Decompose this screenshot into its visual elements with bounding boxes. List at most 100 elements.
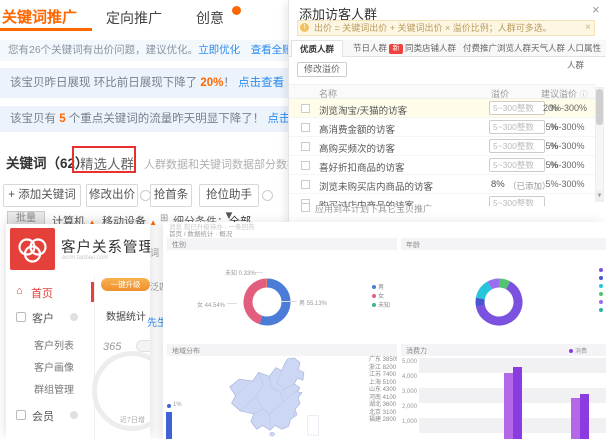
- apply-to-plan-label: 应用到本计划下其它宝贝推广: [315, 202, 432, 215]
- panel-age: 年龄: [401, 238, 606, 342]
- grab-top-button[interactable]: 抢首条: [150, 184, 192, 207]
- background-text-fragment: 词: [150, 246, 159, 259]
- suggest-range: 5%-300%: [537, 179, 593, 189]
- breadcrumb: 首页 / 数据统计 · 概况: [169, 228, 232, 238]
- tab-similar-shop-audience[interactable]: 同类店铺人群: [405, 40, 456, 57]
- suggest-range: 5%-300%: [537, 160, 593, 170]
- region-row: 江苏 7400: [369, 372, 397, 380]
- row-checkbox[interactable]: [301, 142, 310, 151]
- tab-premium-audience[interactable]: 优质人群: [291, 40, 343, 57]
- crm-window: 客户关系管理 ecrm.taobao.com ⌂ 首页 客户 客户列表 客户画像…: [6, 224, 150, 439]
- bid-issue-alert: 您有26个关键词有出价问题，建议优化。立即优化 查看全账户出价: [0, 40, 288, 61]
- tab-targeted-promotion[interactable]: 定向推广: [106, 8, 162, 28]
- gender-legend: 男 女 未知: [372, 284, 390, 311]
- row-checkbox[interactable]: [301, 180, 310, 189]
- warning-icon: !: [300, 23, 309, 32]
- callout-male: 男 55.13%: [299, 298, 327, 307]
- legend-dot-male: [372, 285, 376, 289]
- notification-dot-icon: [232, 6, 241, 15]
- audience-row: 高购买频次的访客 % 5%-300%: [289, 137, 596, 156]
- mini-chart-label: 1%: [173, 402, 182, 408]
- y-tick: 5,000: [401, 359, 417, 365]
- premium-value: 8%: [491, 179, 505, 190]
- region-row: 北京 3100: [369, 410, 397, 418]
- crm-logo: [10, 228, 55, 270]
- legend-dot-consumption: [569, 349, 573, 353]
- row-checkbox[interactable]: [301, 123, 310, 132]
- alert-text: 您有26个关键词有出价问题，建议优化。: [8, 44, 198, 56]
- age-legend-dots: [599, 268, 603, 316]
- red-annotation-rectangle: [72, 146, 136, 173]
- region-row: 河南 4100: [369, 395, 397, 403]
- panel-consumption: 消费力 消费 5,000 4,000 3,000 2,000 1,000: [401, 344, 606, 439]
- crm-app-subtitle: ecrm.taobao.com: [62, 255, 108, 261]
- rank-helper-button[interactable]: 抢位助手 ▼: [199, 184, 259, 207]
- y-tick: 3,000: [401, 389, 417, 395]
- audience-tab-note: 人群数据和关键词数据部分数据重合: [144, 156, 288, 172]
- age-donut-chart: [471, 274, 527, 330]
- crm-app-title: 客户关系管理: [61, 236, 150, 257]
- screen: 关键词推广 定向推广 创意 您有26个关键词有出价问题，建议优化。立即优化 查看…: [0, 0, 606, 439]
- new-badge: 新: [389, 44, 403, 54]
- view-details-link-2[interactable]: 点击查看: [268, 113, 289, 125]
- tab-keyword-promotion[interactable]: 关键词推广: [2, 6, 77, 27]
- premium-input[interactable]: [489, 196, 545, 206]
- panel-header: [167, 238, 397, 250]
- optimize-now-link[interactable]: 立即优化: [198, 44, 240, 56]
- customers-icon: [16, 312, 26, 322]
- y-tick: 2,000: [401, 404, 417, 410]
- tab-weather-audience[interactable]: 天气人群: [531, 40, 565, 57]
- one-click-upgrade-button[interactable]: 一键升级: [101, 278, 150, 291]
- tab-holiday-audience[interactable]: 节日人群: [353, 40, 387, 57]
- sidebar-item-members[interactable]: 会员: [32, 408, 54, 424]
- bar-legend: 消费: [569, 346, 587, 355]
- legend-dot: [599, 268, 603, 272]
- region-row: 福建 2800: [369, 417, 397, 425]
- sidebar-item-customers[interactable]: 客户: [32, 310, 54, 326]
- collapse-dot-icon: [70, 313, 78, 321]
- legend-dot: [599, 300, 603, 304]
- consumption-bar: [513, 367, 522, 439]
- add-keyword-button[interactable]: + 添加关键词: [3, 184, 81, 207]
- tab-creative[interactable]: 创意: [196, 8, 224, 28]
- y-tick: 1,000: [401, 419, 417, 425]
- sidebar-item-customer-profile[interactable]: 客户画像: [34, 359, 74, 374]
- row-checkbox[interactable]: [301, 161, 310, 170]
- callout-female: 女 44.54%: [197, 300, 225, 309]
- callout-unknown: 未知 0.33%: [225, 268, 256, 277]
- view-account-bids-link[interactable]: 查看全账户出价: [251, 44, 288, 56]
- audience-row: 浏览淘宝/天猫的访客 % 20%-300%: [289, 99, 596, 118]
- notice-close-icon[interactable]: ×: [585, 22, 591, 33]
- panel-gender: 性别 男 55.13% 女 44.54% 未知 0.33% 男 女 未知: [167, 238, 397, 342]
- y-tick: 4,000: [401, 374, 417, 380]
- apply-to-plan-checkbox[interactable]: [301, 203, 310, 212]
- sidebar-item-home[interactable]: 首页: [31, 285, 53, 301]
- sidebar-item-group-management[interactable]: 群组管理: [34, 381, 74, 396]
- modify-premium-button[interactable]: 修改溢价: [297, 62, 347, 77]
- view-details-link[interactable]: 点击查看: [238, 77, 284, 89]
- sidebar-item-customer-list[interactable]: 客户列表: [34, 337, 74, 352]
- scrollbar-thumb[interactable]: [596, 89, 603, 125]
- panel-header: [167, 344, 397, 356]
- dialog-close-icon[interactable]: ×: [592, 2, 600, 17]
- keyword-traffic-alert: 该宝贝有 5 个重点关键词的流量昨天明显下降了！ 点击查看: [0, 106, 288, 132]
- help-circle-icon-2: [262, 190, 273, 201]
- panel-header: [401, 238, 606, 250]
- tab-paid-browse-audience[interactable]: 付费推广浏览人群: [463, 40, 531, 57]
- region-ranking-list: 广东 38505 浙江 8200 江苏 7400 上海 5100 山东 4300…: [369, 357, 397, 425]
- row-checkbox[interactable]: [301, 104, 310, 113]
- gauge-label: 近7日增: [120, 415, 145, 425]
- scrollbar-down-arrow[interactable]: ▼: [595, 190, 604, 202]
- mini-chart-bar: [166, 412, 172, 439]
- suggest-range: 5%-300%: [537, 122, 593, 132]
- suggest-range: 5%-300%: [537, 141, 593, 151]
- collapse-dot-icon-2: [70, 411, 78, 419]
- data-statistics-label: 数据统计: [106, 308, 146, 323]
- tab-demographic-audience[interactable]: 人口属性人群: [567, 40, 606, 57]
- impression-drop-alert: 该宝贝昨日展现 环比前日展现下降了 20%！ 点击查看: [0, 68, 288, 98]
- modify-bid-button[interactable]: 修改出价: [86, 184, 138, 207]
- panel-title-gender: 性别: [172, 240, 186, 250]
- range-selector-pill[interactable]: [136, 340, 150, 352]
- active-tab-underline: [0, 28, 92, 31]
- legend-dot: [599, 292, 603, 296]
